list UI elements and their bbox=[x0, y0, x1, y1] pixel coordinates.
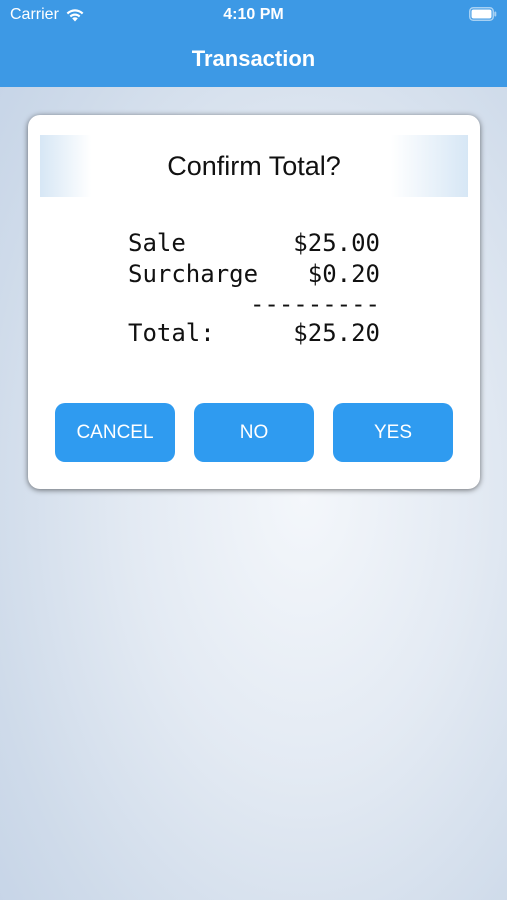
divider-line: --------- bbox=[249, 290, 380, 318]
confirm-dialog: Confirm Total? Sale $25.00 Surcharge $0.… bbox=[28, 115, 480, 489]
sale-label: Sale bbox=[128, 229, 186, 257]
navigation-header: Carrier 4:10 PM Transaction bbox=[0, 0, 507, 87]
no-button[interactable]: NO bbox=[194, 403, 314, 462]
cancel-button[interactable]: CANCEL bbox=[55, 403, 175, 462]
receipt-summary: Sale $25.00 Surcharge $0.20 --------- To… bbox=[128, 228, 380, 349]
sale-value: $25.00 bbox=[293, 229, 380, 257]
dialog-title: Confirm Total? bbox=[167, 151, 341, 181]
dialog-button-row: CANCEL NO YES bbox=[55, 403, 453, 462]
yes-button[interactable]: YES bbox=[333, 403, 453, 462]
receipt-divider: --------- bbox=[128, 290, 380, 318]
page-title: Transaction bbox=[191, 46, 316, 71]
status-bar: Carrier 4:10 PM bbox=[0, 0, 507, 30]
receipt-row-surcharge: Surcharge $0.20 bbox=[128, 259, 380, 290]
status-time: 4:10 PM bbox=[223, 6, 284, 23]
receipt-row-sale: Sale $25.00 bbox=[128, 228, 380, 259]
surcharge-value: $0.20 bbox=[307, 260, 380, 288]
total-label: Total: bbox=[128, 319, 215, 347]
total-value: $25.20 bbox=[293, 319, 380, 347]
surcharge-label: Surcharge bbox=[128, 260, 259, 288]
receipt-row-total: Total: $25.20 bbox=[128, 318, 380, 349]
battery-icon bbox=[469, 7, 497, 21]
